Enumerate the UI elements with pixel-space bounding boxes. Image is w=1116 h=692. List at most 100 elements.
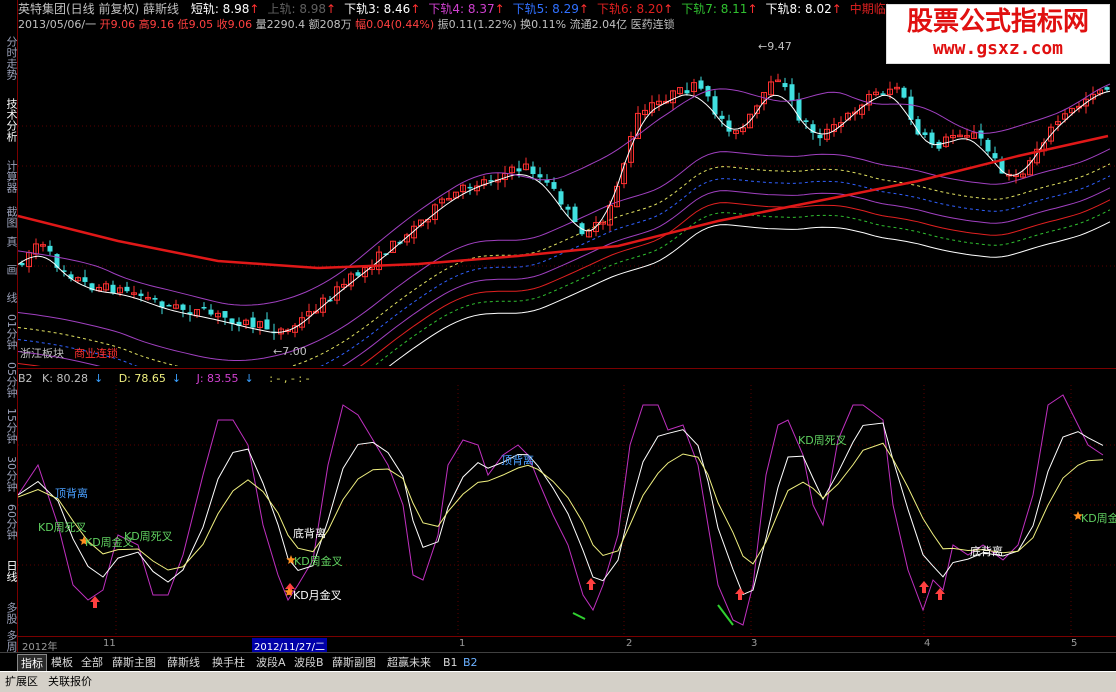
kdj-annotation-6: KD周金叉 — [294, 553, 343, 569]
stock-title: 英特集团(日线 前复权) 薛斯线 — [18, 2, 179, 16]
quote-high: 高9.16 — [138, 18, 175, 31]
date-label-feb: 2 — [626, 638, 633, 649]
sector-label: 浙江板块 — [20, 347, 64, 360]
candle-body-79 — [572, 206, 578, 223]
sidebar-item-5min[interactable]: 05分钟 — [0, 362, 18, 398]
date-axis: 2012年 11 2012/11/27/二 1 2 3 4 5 — [18, 636, 1116, 653]
date-label-jan: 1 — [459, 638, 466, 649]
candle-body-64 — [467, 186, 473, 189]
sidebar-item-intraday[interactable]: 分时走势 — [0, 34, 18, 82]
tab-all[interactable]: 全部 — [78, 654, 106, 671]
main-grid — [18, 125, 1116, 267]
sidebar-item-draw[interactable]: 画 — [0, 262, 18, 276]
candle-body-123 — [880, 93, 886, 95]
tab-xues-sub[interactable]: 薛斯副图 — [329, 654, 379, 671]
kdj-j: J: 83.55 ↓ — [196, 372, 254, 385]
kdj-d-value: D: 78.65 — [118, 372, 166, 385]
stock-chart-app: 分时走势 技术分析 计算器 截图 真 画 线 01分钟 05分钟 15分钟 30… — [0, 0, 1116, 692]
candle-body-78 — [565, 206, 571, 210]
candle-body-129 — [922, 132, 928, 136]
price-chart[interactable] — [18, 36, 1116, 366]
tab-wave-b[interactable]: 波段B — [291, 654, 327, 671]
candle-body-9 — [82, 277, 88, 282]
annotation-text: KD周金叉 — [294, 555, 343, 568]
sidebar-item-technical[interactable]: 技术分析 — [0, 96, 18, 144]
short-track-line — [18, 90, 1111, 333]
candle-body-33 — [250, 317, 256, 328]
indicator-line-7: 下轨8: 8.02 — [765, 2, 832, 16]
sidebar-item-calculator[interactable]: 计算器 — [0, 156, 18, 196]
annotation-text: 顶背离 — [501, 454, 534, 467]
date-label-apr: 4 — [924, 638, 931, 649]
tab-xues-line[interactable]: 薛斯线 — [164, 654, 203, 671]
candle-body-35 — [264, 319, 270, 330]
tab-super-win[interactable]: 超赢未来 — [384, 654, 434, 671]
bottom-bar: 扩展区 关联报价 — [0, 671, 1116, 692]
indicator-arrow-6: ↑ — [747, 2, 758, 16]
kdj-annotation-9: KD周死叉 — [798, 432, 847, 448]
indicator-line-1: 上轨: 8.98 — [267, 2, 327, 16]
left-sidebar: 分时走势 技术分析 计算器 截图 真 画 线 01分钟 05分钟 15分钟 30… — [0, 0, 18, 652]
candle-body-97 — [698, 80, 704, 89]
quote-float: 流通2.04亿 — [569, 18, 628, 31]
band-blue-dashed — [18, 175, 1111, 366]
sidebar-item-zhen[interactable]: 真 — [0, 234, 18, 248]
annotation-text: 底背离 — [293, 527, 326, 540]
sidebar-item-multi-period[interactable]: 多周 — [0, 630, 18, 652]
kdj-annotation-1: 顶背离 — [55, 485, 88, 501]
tab-wave-a[interactable]: 波段A — [253, 654, 289, 671]
quote-open: 开9.06 — [99, 18, 136, 31]
related-quote-button[interactable]: 关联报价 — [45, 674, 95, 689]
buy-arrow-4 — [919, 581, 929, 593]
indicator-arrow-5: ↑ — [663, 2, 674, 16]
annotation-text: 底背离 — [970, 545, 1003, 558]
watermark-title: 股票公式指标网 — [906, 7, 1089, 37]
candle-body-15 — [124, 286, 130, 292]
tab-template[interactable]: 模板 — [48, 654, 76, 671]
indicator-line-3: 下轨4: 8.37 — [428, 2, 495, 16]
indicator-tab-bar: 指标 模板 全部 薛斯主图 薛斯线 换手柱 波段A 波段B 薛斯副图 超赢未来 … — [0, 652, 1116, 673]
candle-body-109 — [782, 83, 788, 88]
kdj-grid — [18, 385, 1116, 635]
sidebar-item-1min[interactable]: 01分钟 — [0, 314, 18, 350]
kdj-annotation-8: 顶背离 — [501, 452, 534, 468]
kdj-chart[interactable] — [18, 385, 1116, 635]
candle-body-73 — [530, 166, 536, 175]
low-price-label: ←7.00 — [273, 345, 307, 358]
sidebar-item-multi-stock[interactable]: 多股 — [0, 600, 18, 626]
tab-xues-main[interactable]: 薛斯主图 — [109, 654, 159, 671]
high-price-value: 9.47 — [767, 40, 792, 53]
indicator-line-0: 短轨: 8.98 — [190, 2, 250, 16]
sidebar-item-screenshot[interactable]: 截图 — [0, 205, 18, 229]
band-green-dashed — [373, 209, 1111, 366]
candlesticks — [19, 73, 1110, 340]
indicator-arrow-0: ↑ — [249, 2, 260, 16]
kdj-extra: : - , - : - — [269, 372, 310, 385]
annotation-text: KD月金叉 — [293, 589, 342, 602]
sidebar-item-15min[interactable]: 15分钟 — [0, 408, 18, 444]
tab-b1[interactable]: B1 — [440, 654, 461, 671]
indicator-line-8: 中期临界线: 8.7 — [849, 2, 888, 16]
date-label-year: 2012年 — [22, 642, 58, 653]
kdj-name: B2 — [18, 372, 33, 385]
sidebar-item-60min[interactable]: 60分钟 — [0, 504, 18, 540]
annotation-text: 顶背离 — [55, 487, 88, 500]
candle-body-74 — [537, 174, 543, 178]
quote-low: 低9.05 — [177, 18, 214, 31]
kdj-annotation-11: KD周金 — [1081, 510, 1116, 526]
kdj-green-segments — [572, 604, 734, 626]
indicator-lines: 短轨: 8.98↑ 上轨: 8.98↑ 下轨3: 8.46↑ 下轨4: 8.37↑ 下轨… — [183, 2, 888, 16]
date-label-nov: 11 — [103, 638, 116, 649]
band-lines — [18, 148, 1111, 366]
indicator-line-2: 下轨3: 8.46 — [344, 2, 411, 16]
tab-turnover-bar[interactable]: 换手柱 — [209, 654, 248, 671]
expand-area-button[interactable]: 扩展区 — [2, 674, 41, 689]
candle-body-131 — [936, 141, 942, 149]
quote-turnover: 换0.11% — [520, 18, 567, 31]
sidebar-item-line[interactable]: 线 — [0, 290, 18, 304]
sidebar-item-daily[interactable]: 日线 — [0, 553, 18, 589]
tab-b2[interactable]: B2 — [460, 654, 481, 671]
sidebar-item-30min[interactable]: 30分钟 — [0, 456, 18, 492]
date-label-may: 5 — [1071, 638, 1078, 649]
kdj-d: D: 78.65 ↓ — [118, 372, 182, 385]
